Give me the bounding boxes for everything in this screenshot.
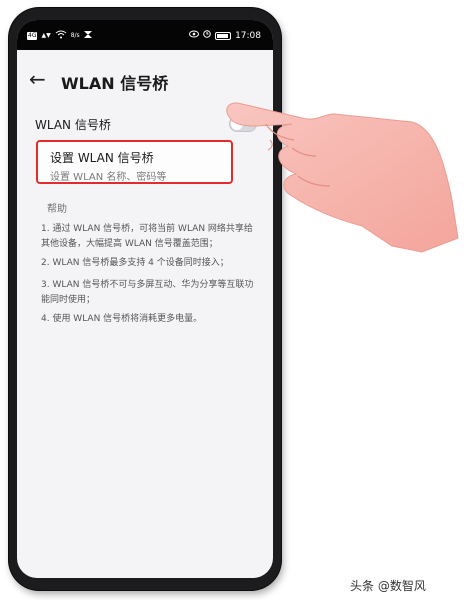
watermark-url: luyouqi.com <box>371 558 420 567</box>
help-item-4: 4. 使用 WLAN 信号桥将消耗更多电量。 <box>41 314 203 324</box>
watermark: 路由器 luyouqi.com <box>326 531 458 573</box>
battery-icon <box>215 31 232 40</box>
setup-title: 设置 WLAN 信号桥 <box>50 151 154 165</box>
alarm-icon <box>203 30 211 41</box>
footer-credit: 头条 @数智风 <box>350 579 426 593</box>
back-arrow-icon: ← <box>29 67 46 91</box>
setup-wlan-bridge-item[interactable]: 设置 WLAN 信号桥 设置 WLAN 名称、密码等 <box>36 140 233 184</box>
clock: 17:08 <box>235 30 261 41</box>
network-type: 4G <box>27 32 38 40</box>
eye-icon <box>189 30 200 41</box>
back-button[interactable]: ← <box>29 68 53 92</box>
help-heading: 帮助 <box>47 204 67 215</box>
toggle-label: WLAN 信号桥 <box>35 118 111 132</box>
help-item-3: 3. WLAN 信号桥不可与多屏互动、华为分享等互联功能同时使用； <box>41 280 254 305</box>
status-right: 17:08 <box>189 30 261 41</box>
router-logo-icon <box>326 531 366 571</box>
help-item-2: 2. WLAN 信号桥最多支持 4 个设备同时接入； <box>41 258 229 268</box>
notification-icon <box>83 30 92 42</box>
pointing-hand <box>222 96 460 256</box>
wifi-icon <box>55 30 67 42</box>
header-bar: ← WLAN 信号桥 <box>17 68 273 93</box>
setup-subtitle: 设置 WLAN 名称、密码等 <box>50 172 167 183</box>
status-left: 4G ▲▼ 8/s <box>27 30 92 42</box>
status-bar: 4G ▲▼ 8/s 17:08 <box>17 20 273 50</box>
signal-arrows: ▲▼ <box>41 32 51 39</box>
speed-text: 8/s <box>70 32 80 39</box>
page-title: WLAN 信号桥 <box>61 74 169 93</box>
